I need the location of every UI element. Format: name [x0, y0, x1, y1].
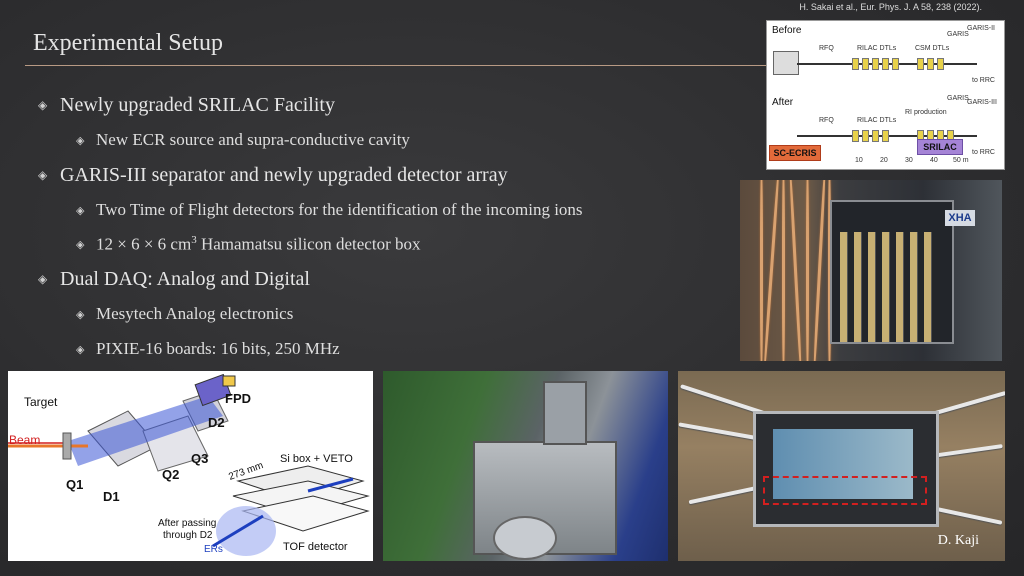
detector-chamber-photo	[383, 371, 668, 561]
bullet-list: ◈ Newly upgraded SRILAC Facility ◈ New E…	[38, 90, 758, 364]
garis-label: GARIS	[947, 95, 969, 102]
bullet-text: Dual DAQ: Analog and Digital	[60, 267, 310, 290]
sub-bullet-text: 12 × 6 × 6 cm3 Hamamatsu silicon detecto…	[96, 233, 421, 254]
ers-label: ERs	[204, 544, 223, 555]
d1-label: D1	[103, 489, 120, 504]
d2-label: D2	[208, 415, 225, 430]
garis-schematic-figure: Target Beam FPD D2 Q3 Q2 Q1 D1 273 mm Si…	[8, 371, 373, 561]
sub-bullet-text: New ECR source and supra-conductive cavi…	[96, 130, 410, 149]
diamond-bullet-icon: ◈	[76, 133, 85, 147]
rfq-label: RFQ	[819, 117, 834, 124]
sub-bullet-mesytec: ◈ Mesytech Analog electronics	[76, 299, 758, 329]
sub-bullet-text: PIXIE-16 boards: 16 bits, 250 MHz	[96, 339, 340, 358]
fpd-label: FPD	[225, 391, 251, 406]
q3-label: Q3	[191, 451, 209, 466]
diamond-bullet-icon: ◈	[76, 237, 85, 251]
beamline-figure: Before RFQ RILAC DTLs CSM DTLs GARIS GAR…	[766, 20, 1005, 170]
rilac-dtl-label: RILAC DTLs	[857, 45, 897, 52]
bullet-text: Newly upgraded SRILAC Facility	[60, 93, 335, 116]
to-rrc-label: to RRC	[972, 77, 995, 84]
sub-bullet-ecr: ◈ New ECR source and supra-conductive ca…	[76, 125, 758, 155]
sc-ecris-box: SC-ECRIS	[769, 145, 821, 161]
title-divider	[25, 65, 770, 66]
q1-label: Q1	[66, 477, 84, 492]
photo-credit: D. Kaji	[937, 533, 979, 548]
bullet-garis: ◈ GARIS-III separator and newly upgraded…	[38, 160, 758, 190]
sub-bullet-text: Mesytech Analog electronics	[96, 304, 294, 323]
rfq-label: RFQ	[819, 45, 834, 52]
citation: H. Sakai et al., Eur. Phys. J. A 58, 238…	[799, 2, 982, 12]
scale-tick: 10	[855, 157, 863, 164]
scale-tick: 50 m	[953, 157, 969, 164]
sub-bullet-text: Two Time of Flight detectors for the ide…	[96, 200, 583, 219]
tof-detector-label: TOF detector	[283, 541, 348, 553]
electronics-crate-photo: XHA	[740, 180, 1002, 361]
garis-label: GARIS	[947, 31, 969, 38]
sub-bullet-si-box: ◈ 12 × 6 × 6 cm3 Hamamatsu silicon detec…	[76, 229, 758, 259]
crate-logo: XHA	[945, 210, 975, 226]
sub-bullet-pixie: ◈ PIXIE-16 boards: 16 bits, 250 MHz	[76, 334, 758, 364]
rilac-dtl-label: RILAC DTLs	[857, 117, 897, 124]
after-passing-label: After passing	[158, 518, 217, 529]
garis-iii-label: GARIS-III	[967, 99, 997, 106]
garis-ii-label: GARIS-II	[967, 25, 996, 32]
q2-label: Q2	[162, 467, 180, 482]
silicon-detector-photo: D. Kaji	[678, 371, 1005, 561]
bullet-srilac: ◈ Newly upgraded SRILAC Facility	[38, 90, 758, 120]
scale-tick: 20	[880, 157, 888, 164]
slide-title: Experimental Setup	[33, 30, 223, 56]
after-label: After	[772, 97, 794, 108]
scale-tick: 40	[930, 157, 938, 164]
diamond-bullet-icon: ◈	[38, 272, 48, 286]
si-box-veto-label: Si box + VETO	[280, 453, 353, 465]
srilac-box: SRILAC	[917, 139, 963, 155]
target-label: Target	[24, 395, 58, 409]
diamond-bullet-icon: ◈	[76, 203, 85, 217]
bullet-text: GARIS-III separator and newly upgraded d…	[60, 163, 508, 186]
to-rrc-label: to RRC	[972, 149, 995, 156]
through-d2-label: through D2	[163, 530, 213, 541]
scale-tick: 30	[905, 157, 913, 164]
sub-bullet-tof: ◈ Two Time of Flight detectors for the i…	[76, 195, 758, 225]
csm-dtl-label: CSM DTLs	[915, 45, 950, 52]
diamond-bullet-icon: ◈	[38, 98, 48, 112]
before-label: Before	[772, 25, 802, 36]
diamond-bullet-icon: ◈	[38, 168, 48, 182]
beam-label: Beam	[9, 433, 41, 447]
diamond-bullet-icon: ◈	[76, 342, 85, 356]
ri-production-label: RI production	[905, 109, 947, 116]
bullet-daq: ◈ Dual DAQ: Analog and Digital	[38, 264, 758, 294]
crate	[830, 200, 954, 344]
ion-source-box	[773, 51, 799, 75]
diamond-bullet-icon: ◈	[76, 307, 85, 321]
